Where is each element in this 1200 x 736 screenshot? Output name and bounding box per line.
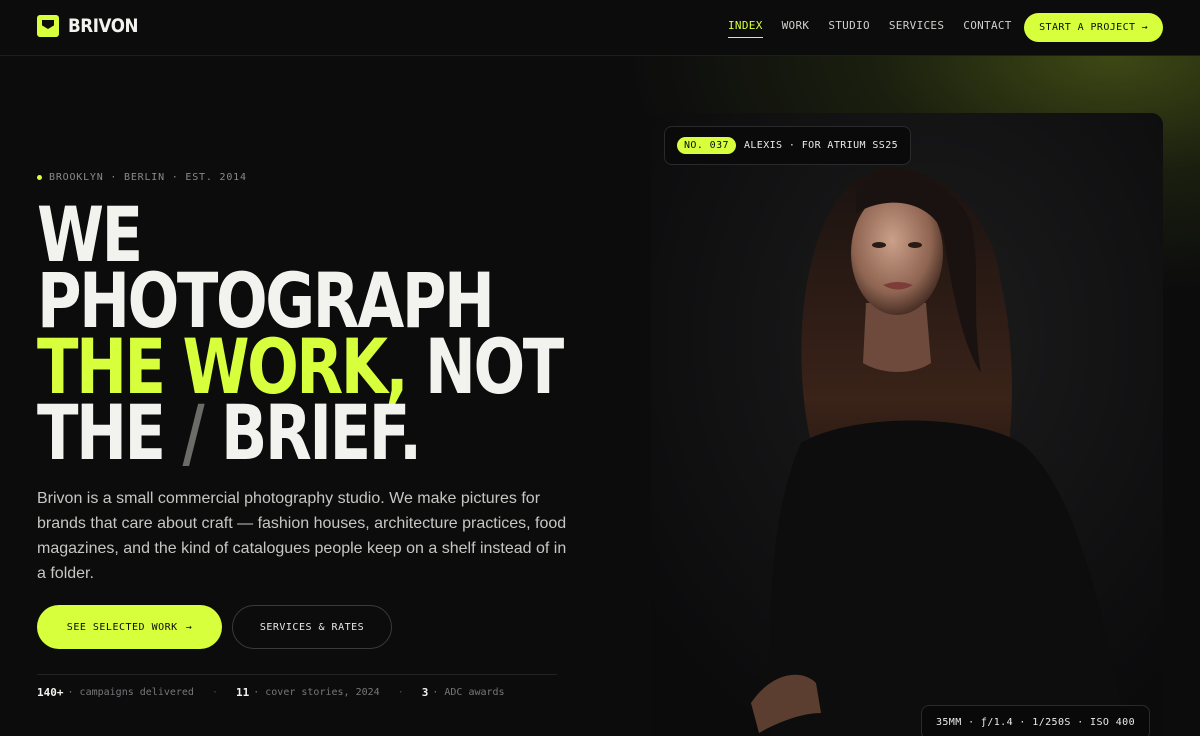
portrait-illustration bbox=[651, 113, 1163, 736]
brand-name: BRIVON bbox=[68, 15, 139, 37]
arrow-right-icon: → bbox=[1141, 22, 1148, 33]
exif-badge: 35MM · ƒ/1.4 · 1/250S · ISO 400 bbox=[921, 705, 1150, 736]
nav-item-work[interactable]: WORK bbox=[782, 19, 810, 38]
site-header: BRIVON INDEX WORK STUDIO SERVICES CONTAC… bbox=[0, 0, 1200, 56]
nav-item-index[interactable]: INDEX bbox=[728, 19, 763, 38]
stat-value: 11 bbox=[235, 686, 250, 699]
shield-square-icon bbox=[37, 15, 59, 37]
brand-logo[interactable]: BRIVON bbox=[37, 15, 148, 37]
stat-separator: · bbox=[211, 687, 218, 698]
photo-number-pill: NO. 037 bbox=[677, 137, 736, 154]
stat-label: · cover stories, 2024 bbox=[253, 687, 380, 698]
status-dot-icon bbox=[37, 175, 42, 180]
headline-line-4-a: THE bbox=[37, 388, 183, 477]
main-nav: INDEX WORK STUDIO SERVICES CONTACT bbox=[728, 19, 1012, 38]
arrow-right-icon: → bbox=[185, 621, 193, 633]
nav-item-contact[interactable]: CONTACT bbox=[963, 19, 1011, 38]
headline-slash: / bbox=[182, 388, 204, 477]
start-project-button[interactable]: START A PROJECT → bbox=[1024, 13, 1163, 42]
hero-portrait-photo[interactable] bbox=[651, 113, 1163, 736]
stat-label: · campaigns delivered bbox=[67, 687, 194, 698]
headline-line-4-b: BRIEF. bbox=[202, 388, 422, 477]
nav-item-studio[interactable]: STUDIO bbox=[828, 19, 870, 38]
stat-label: · ADC awards bbox=[432, 687, 505, 698]
headline-line-3-rest: NOT bbox=[406, 322, 564, 411]
see-selected-work-button[interactable]: SEE SELECTED WORK → bbox=[37, 605, 222, 649]
stat-separator: · bbox=[397, 687, 404, 698]
stats-row: 140+ · campaigns delivered · 11 · cover … bbox=[37, 686, 505, 699]
intro-paragraph: Brivon is a small commercial photography… bbox=[37, 490, 567, 582]
location-text: BROOKLYN · BERLIN · EST. 2014 bbox=[49, 172, 247, 183]
see-selected-work-label: SEE SELECTED WORK bbox=[66, 621, 178, 633]
stat-value: 140+ bbox=[37, 686, 64, 699]
start-project-label: START A PROJECT bbox=[1039, 22, 1136, 33]
location-line: BROOKLYN · BERLIN · EST. 2014 bbox=[37, 172, 247, 183]
services-rates-label: SERVICES & RATES bbox=[259, 621, 365, 633]
services-rates-button[interactable]: SERVICES & RATES bbox=[232, 605, 392, 649]
nav-item-services[interactable]: SERVICES bbox=[889, 19, 944, 38]
photo-caption-badge: NO. 037 ALEXIS · FOR ATRIUM SS25 bbox=[664, 126, 912, 165]
exif-text: 35MM · ƒ/1.4 · 1/250S · ISO 400 bbox=[935, 717, 1136, 728]
hero-headline: WE PHOTOGRAPH THE WORK, NOT THE / BRIEF. bbox=[37, 197, 564, 471]
photo-caption-text: ALEXIS · FOR ATRIUM SS25 bbox=[743, 140, 899, 151]
stat-value: 3 bbox=[421, 686, 429, 699]
stats-divider bbox=[37, 674, 557, 675]
